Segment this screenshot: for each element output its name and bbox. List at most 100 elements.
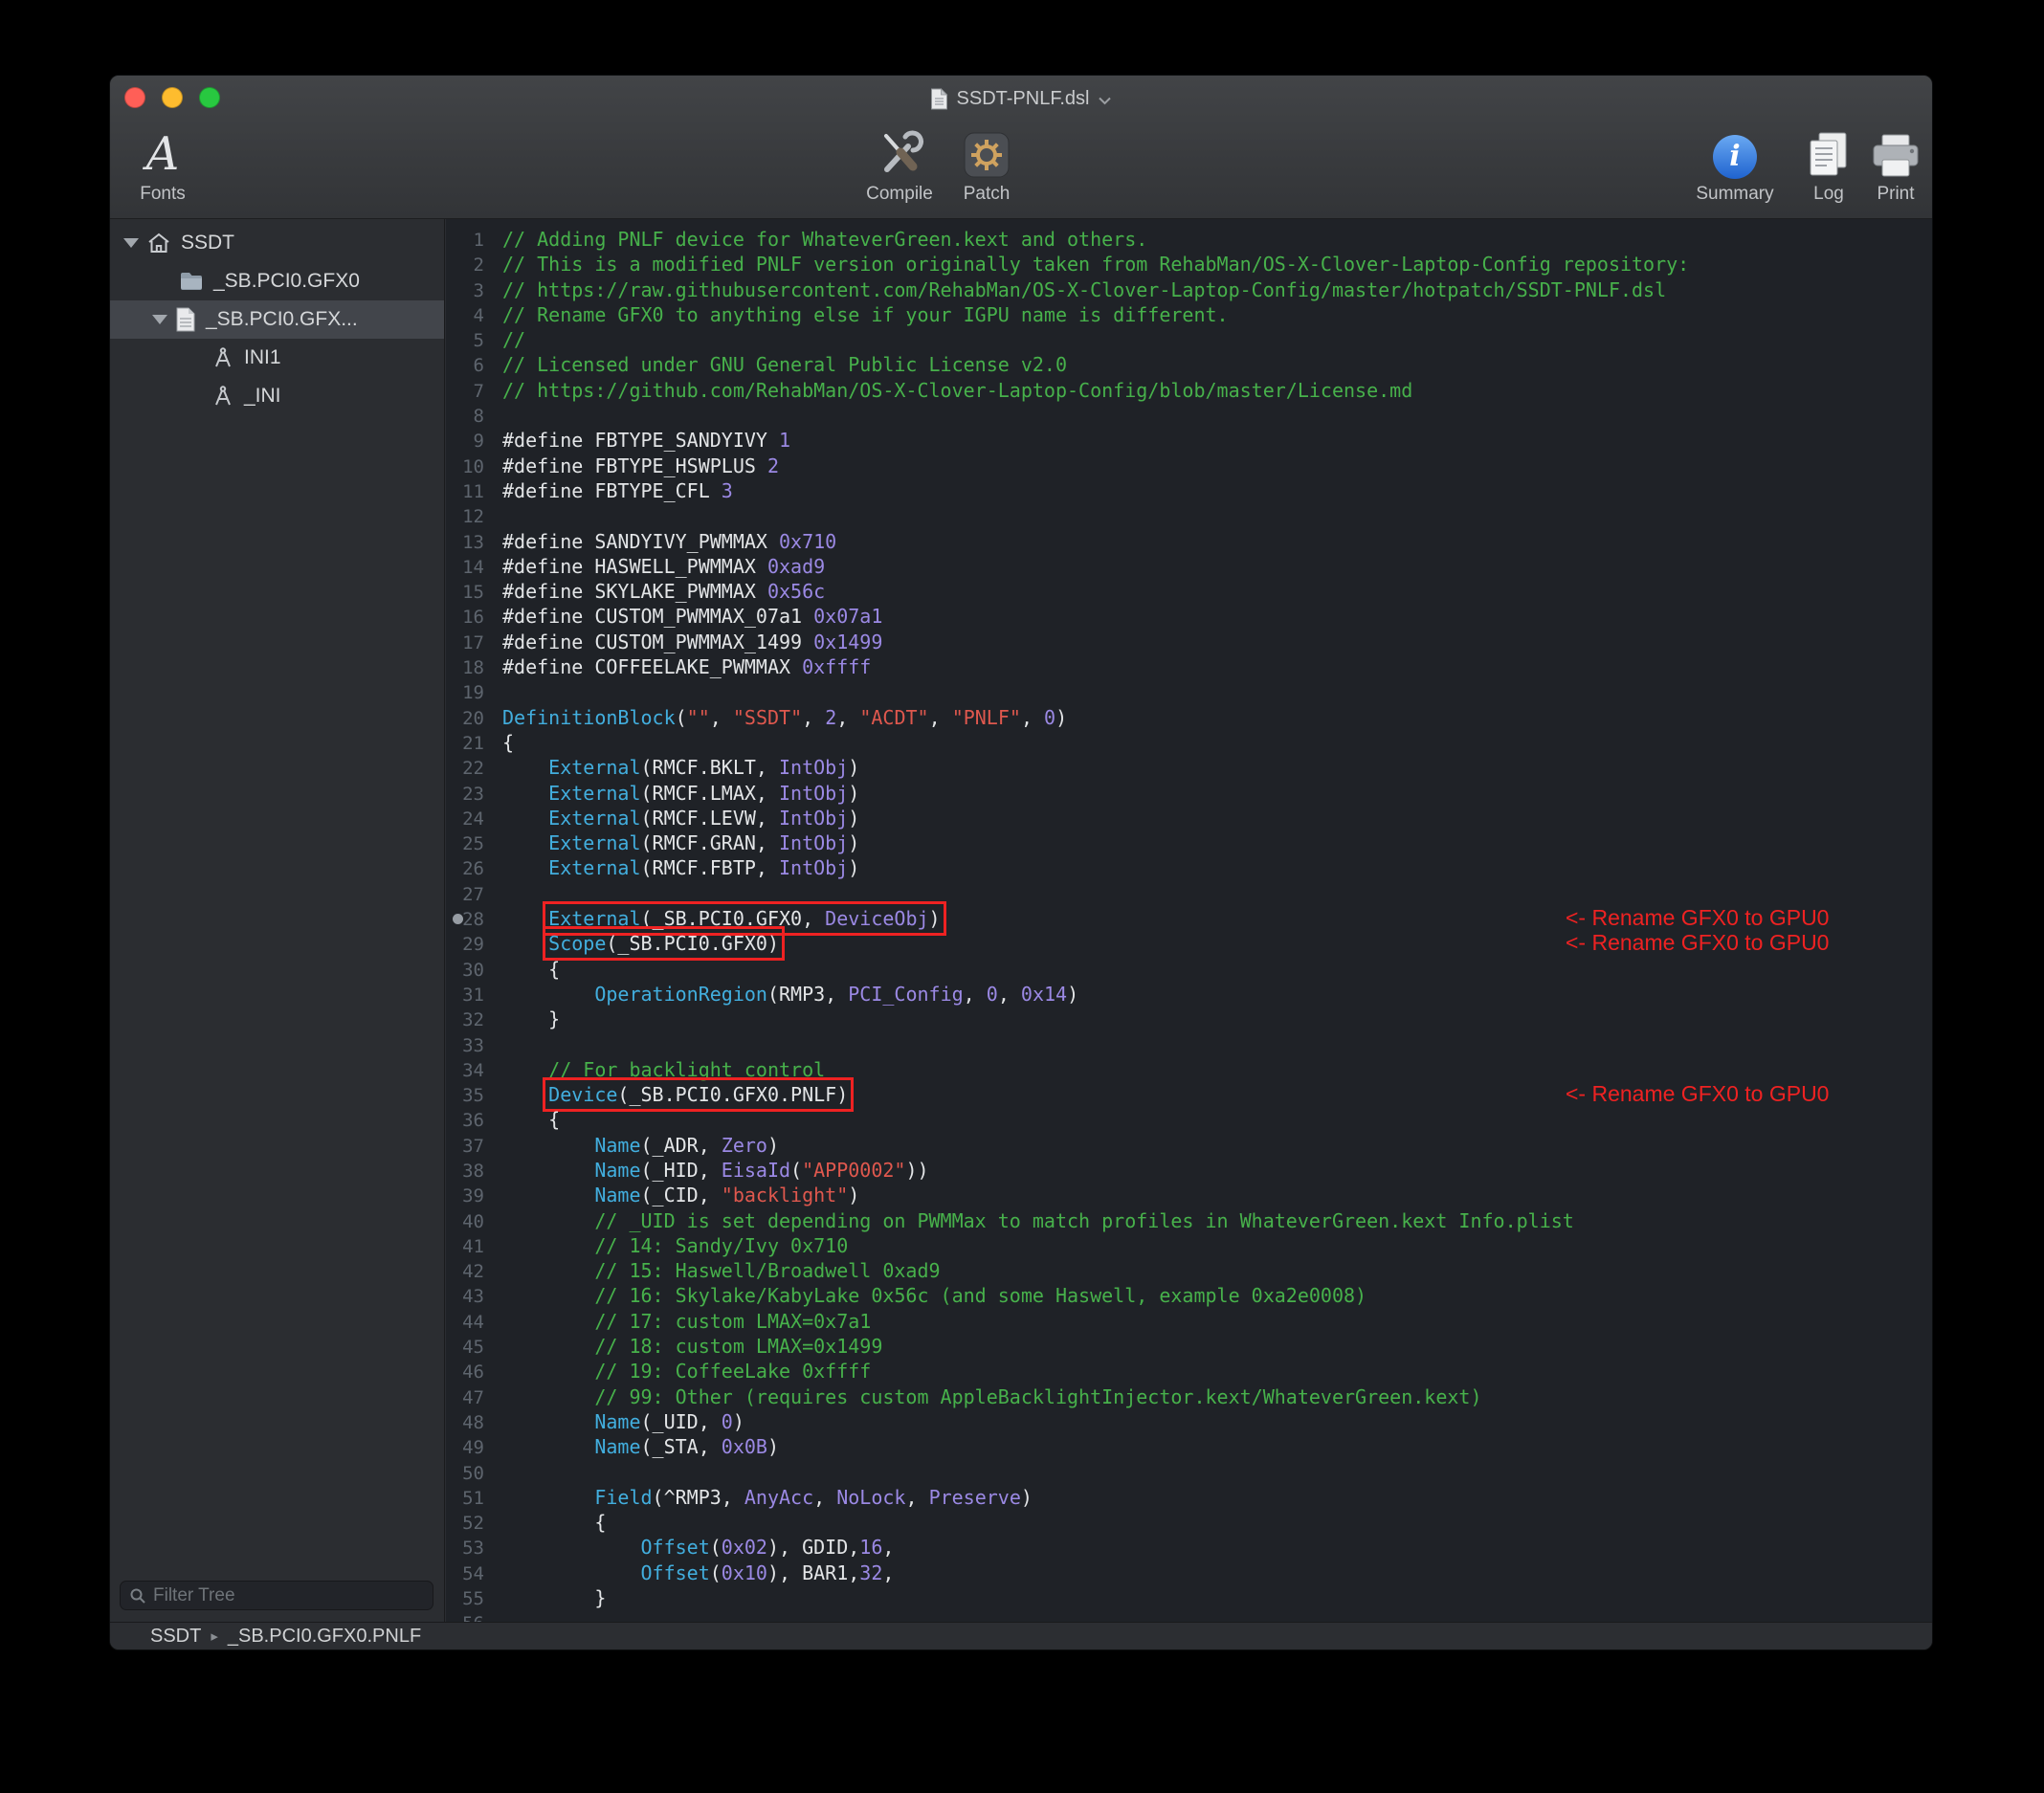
code-token: 0x1499 bbox=[813, 631, 882, 653]
code-token: (_UID, bbox=[641, 1410, 722, 1433]
code-token: ) bbox=[1021, 1486, 1033, 1509]
line-number: 35 bbox=[446, 1083, 484, 1108]
code-line: 3// https://raw.githubusercontent.com/Re… bbox=[446, 277, 1932, 302]
summary-info-icon: i bbox=[1713, 135, 1757, 179]
fonts-button[interactable]: A Fonts bbox=[110, 122, 215, 205]
code-line: 53 Offset(0x02), GDID,16, bbox=[446, 1535, 1932, 1560]
print-button[interactable]: Print bbox=[1843, 122, 1933, 205]
code-token: // Licensed under GNU General Public Lic… bbox=[502, 353, 1067, 376]
code-line: 36 { bbox=[446, 1107, 1932, 1132]
line-number: 16 bbox=[446, 605, 484, 630]
code-text: #define COFFEELAKE_PWMMAX 0xffff bbox=[502, 655, 871, 678]
code-token: #define CUSTOM_PWMMAX_07a1 bbox=[502, 605, 813, 628]
code-token: DeviceObj bbox=[825, 907, 928, 930]
code-text: } bbox=[502, 1586, 606, 1609]
filter-placeholder: Filter Tree bbox=[153, 1585, 235, 1606]
code-text: // Adding PNLF device for WhateverGreen.… bbox=[502, 228, 1147, 251]
code-line: 40 // _UID is set depending on PWMMax to… bbox=[446, 1208, 1932, 1233]
line-number: 20 bbox=[446, 706, 484, 731]
code-editor[interactable]: 1// Adding PNLF device for WhateverGreen… bbox=[446, 219, 1932, 1622]
code-token: ) bbox=[929, 907, 941, 930]
code-token: OperationRegion bbox=[594, 983, 767, 1006]
tree-item-ssdt[interactable]: SSDT bbox=[110, 224, 444, 262]
code-token: ), GDID, bbox=[767, 1536, 859, 1559]
code-token bbox=[502, 1058, 548, 1081]
summary-label: Summary bbox=[1696, 184, 1773, 205]
code-line: 17#define CUSTOM_PWMMAX_1499 0x1499 bbox=[446, 630, 1932, 654]
code-line: 42 // 15: Haswell/Broadwell 0xad9 bbox=[446, 1258, 1932, 1283]
code-line: 4// Rename GFX0 to anything else if your… bbox=[446, 302, 1932, 327]
breadcrumb-leaf[interactable]: _SB.PCI0.GFX0.PNLF bbox=[228, 1626, 421, 1648]
line-number: 31 bbox=[446, 983, 484, 1007]
tree-item-ini1[interactable]: INI1 bbox=[110, 339, 444, 377]
code-line: 10#define FBTYPE_HSWPLUS 2 bbox=[446, 454, 1932, 478]
code-text: Scope(_SB.PCI0.GFX0) bbox=[502, 932, 779, 955]
disclosure-triangle-icon[interactable] bbox=[152, 315, 167, 324]
code-line: 19 bbox=[446, 679, 1932, 704]
code-token: // 16: Skylake/KabyLake 0x56c (and some … bbox=[594, 1284, 1366, 1307]
folder-icon bbox=[179, 271, 204, 292]
tree-item-ini[interactable]: _INI bbox=[110, 377, 444, 415]
code-token: 0xffff bbox=[802, 655, 871, 678]
code-token bbox=[502, 983, 594, 1006]
code-text: #define FBTYPE_SANDYIVY 1 bbox=[502, 429, 790, 452]
code-token bbox=[502, 1385, 594, 1408]
summary-button[interactable]: i Summary bbox=[1682, 122, 1788, 205]
code-token: , bbox=[882, 1561, 894, 1584]
log-label: Log bbox=[1813, 184, 1844, 205]
code-token: ) bbox=[848, 782, 859, 805]
code-line: 52 { bbox=[446, 1510, 1932, 1535]
code-token: { bbox=[502, 1108, 560, 1131]
code-text: #define CUSTOM_PWMMAX_07a1 0x07a1 bbox=[502, 605, 882, 628]
code-text: #define FBTYPE_CFL 3 bbox=[502, 479, 733, 502]
code-token bbox=[502, 1561, 641, 1584]
line-number: 13 bbox=[446, 530, 484, 555]
code-line: 28 External(_SB.PCI0.GFX0, DeviceObj)<- … bbox=[446, 906, 1932, 931]
tree-item-sb-pci0-gfx0-pnlf[interactable]: _SB.PCI0.GFX... bbox=[110, 300, 444, 339]
fonts-label: Fonts bbox=[140, 184, 186, 205]
code-token: , bbox=[836, 706, 859, 729]
line-number: 52 bbox=[446, 1511, 484, 1536]
code-token: // This is a modified PNLF version origi… bbox=[502, 253, 1689, 276]
code-line: 46 // 19: CoffeeLake 0xffff bbox=[446, 1359, 1932, 1383]
code-text: Offset(0x02), GDID,16, bbox=[502, 1536, 894, 1559]
titlebar[interactable]: SSDT-PNLF.dsl bbox=[110, 76, 1932, 120]
status-bar: SSDT ▸ _SB.PCI0.GFX0.PNLF bbox=[110, 1622, 1932, 1649]
code-text: External(RMCF.BKLT, IntObj) bbox=[502, 756, 859, 779]
code-token: 0x02 bbox=[722, 1536, 767, 1559]
code-text: // 19: CoffeeLake 0xffff bbox=[502, 1360, 871, 1383]
window-title-group[interactable]: SSDT-PNLF.dsl bbox=[110, 76, 1932, 122]
code-token: ) bbox=[848, 807, 859, 830]
code-text: #define CUSTOM_PWMMAX_1499 0x1499 bbox=[502, 631, 882, 653]
code-token bbox=[502, 1234, 594, 1257]
window-title: SSDT-PNLF.dsl bbox=[957, 88, 1090, 110]
code-text: // Rename GFX0 to anything else if your … bbox=[502, 303, 1229, 326]
patch-icon bbox=[963, 131, 1011, 179]
code-line: 8 bbox=[446, 403, 1932, 428]
disclosure-triangle-icon[interactable] bbox=[123, 238, 139, 248]
tree-item-label: INI1 bbox=[244, 346, 281, 369]
line-number: 28 bbox=[446, 907, 484, 932]
line-number: 29 bbox=[446, 932, 484, 957]
patch-button[interactable]: Patch bbox=[934, 122, 1039, 205]
code-text: // bbox=[502, 328, 525, 351]
document-icon bbox=[175, 307, 196, 332]
code-token: External bbox=[548, 782, 640, 805]
filter-tree-input[interactable]: Filter Tree bbox=[120, 1581, 433, 1610]
line-number: 6 bbox=[446, 353, 484, 378]
code-token bbox=[502, 1083, 548, 1106]
code-line: 14#define HASWELL_PWMMAX 0xad9 bbox=[446, 554, 1932, 579]
code-line: 9#define FBTYPE_SANDYIVY 1 bbox=[446, 428, 1932, 453]
code-token: 0x56c bbox=[767, 580, 825, 603]
code-text: { bbox=[502, 958, 560, 981]
code-text: } bbox=[502, 1007, 560, 1030]
code-line: 47 // 99: Other (requires custom AppleBa… bbox=[446, 1384, 1932, 1409]
tree-item-label: _SB.PCI0.GFX... bbox=[206, 308, 358, 331]
breadcrumb-root[interactable]: SSDT bbox=[150, 1626, 201, 1648]
code-token: 0x0B bbox=[722, 1435, 767, 1458]
tree-item-sb-pci0-gfx0[interactable]: _SB.PCI0.GFX0 bbox=[110, 262, 444, 300]
patch-label: Patch bbox=[964, 184, 1011, 205]
code-line: 37 Name(_ADR, Zero) bbox=[446, 1133, 1932, 1158]
line-number: 39 bbox=[446, 1184, 484, 1208]
line-number: 3 bbox=[446, 278, 484, 303]
